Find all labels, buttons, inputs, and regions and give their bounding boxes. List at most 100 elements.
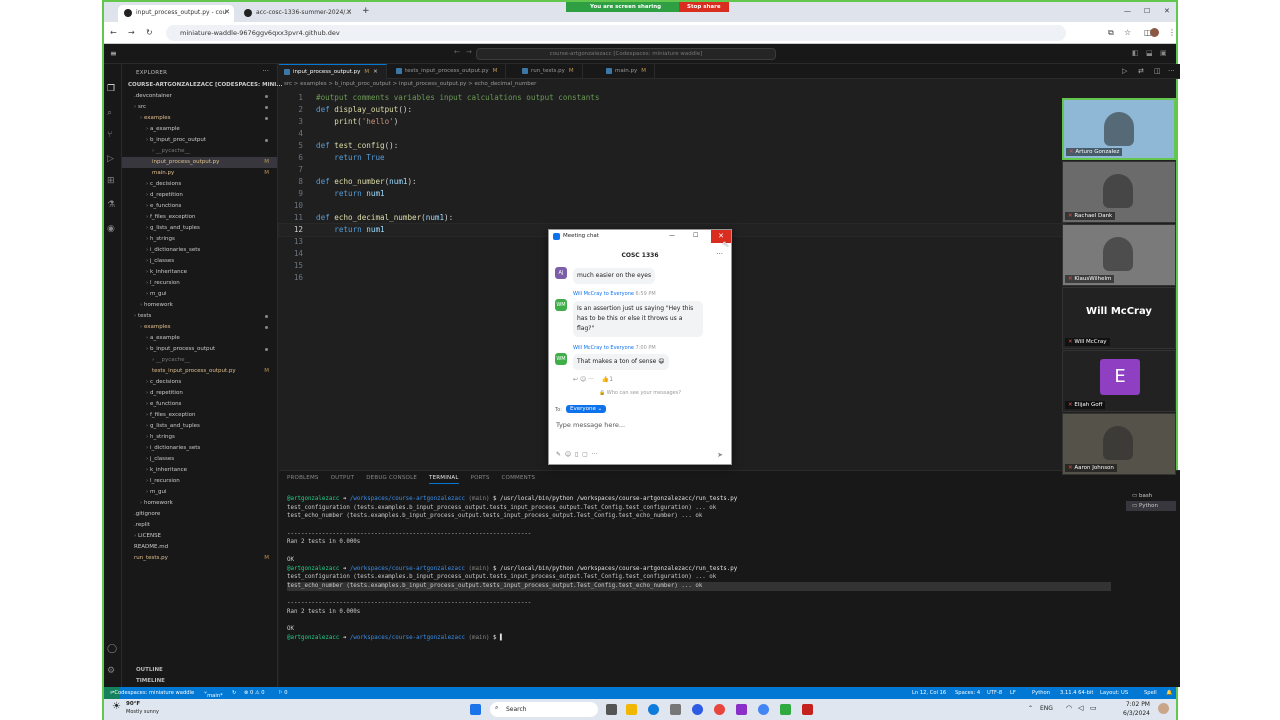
- tree-item[interactable]: › LICENSE: [122, 531, 277, 542]
- tree-item[interactable]: › h_strings: [122, 234, 277, 245]
- open-changes-icon[interactable]: ⇄: [1138, 67, 1144, 75]
- edge-icon[interactable]: [648, 704, 659, 715]
- browser-tab-active[interactable]: input_process_output.py - cou ✕: [118, 5, 234, 22]
- breadcrumb[interactable]: src > examples > b_input_proc_output > i…: [284, 81, 536, 87]
- emoji-icon[interactable]: ☺: [580, 376, 586, 383]
- tree-item[interactable]: › homework: [122, 498, 277, 509]
- tree-item[interactable]: › h_strings: [122, 432, 277, 443]
- taskbar-search[interactable]: ⌕ Search: [490, 702, 598, 717]
- customize-layout-icon[interactable]: ▣: [1160, 49, 1167, 57]
- tree-item[interactable]: input_process_output.py M: [122, 157, 277, 168]
- code-line[interactable]: 5 def test_config():: [279, 140, 1065, 152]
- nav-forward-icon[interactable]: →: [466, 48, 472, 56]
- file-explorer-icon[interactable]: [626, 704, 637, 715]
- tree-item[interactable]: › examples: [122, 322, 277, 333]
- tree-item[interactable]: › j_classes: [122, 454, 277, 465]
- task-view-icon[interactable]: [606, 704, 617, 715]
- tree-item[interactable]: › b_input_process_output: [122, 344, 277, 355]
- visual-studio-icon[interactable]: [736, 704, 747, 715]
- tree-item[interactable]: › c_decisions: [122, 179, 277, 190]
- reload-icon[interactable]: ↻: [146, 28, 153, 37]
- remote-indicator[interactable]: ⇌ Codespaces: miniature waddle: [104, 687, 194, 699]
- account-icon[interactable]: ◯: [107, 644, 117, 654]
- panel-tab-output[interactable]: OUTPUT: [331, 475, 355, 481]
- recipient-dropdown[interactable]: Everyone ⌄: [566, 405, 607, 413]
- tree-item[interactable]: › k_inheritance: [122, 267, 277, 278]
- install-app-icon[interactable]: ⧉: [1108, 28, 1114, 38]
- ports-indicator[interactable]: ⚐ 0: [278, 690, 288, 696]
- spell-check[interactable]: Spell: [1144, 690, 1157, 696]
- chrome-alt-icon[interactable]: [758, 704, 769, 715]
- editor-more-icon[interactable]: ···: [1168, 67, 1175, 75]
- new-tab-icon[interactable]: +: [362, 6, 370, 16]
- more-actions-icon[interactable]: ···: [262, 67, 269, 75]
- panel-tab-terminal[interactable]: TERMINAL: [429, 475, 459, 484]
- battery-icon[interactable]: ▭: [1090, 704, 1097, 712]
- language-mode[interactable]: Python: [1032, 690, 1050, 696]
- settings-gear-icon[interactable]: ⚙: [107, 666, 115, 676]
- tree-item[interactable]: .gitignore: [122, 509, 277, 520]
- tree-item[interactable]: › a_example: [122, 124, 277, 135]
- panel-tab-debug-console[interactable]: DEBUG CONSOLE: [366, 475, 417, 481]
- chrome-icon[interactable]: [714, 704, 725, 715]
- panel-tab-comments[interactable]: COMMENTS: [502, 475, 536, 481]
- bookmark-star-icon[interactable]: ☆: [1124, 28, 1131, 37]
- tree-item[interactable]: › l_recursion: [122, 476, 277, 487]
- tree-item[interactable]: › d_repetition: [122, 388, 277, 399]
- green-app-icon[interactable]: [780, 704, 791, 715]
- minimize-icon[interactable]: —: [1124, 7, 1131, 15]
- editor-tab[interactable]: main.py M: [601, 64, 655, 79]
- nav-back-icon[interactable]: ←: [454, 48, 460, 56]
- tree-item[interactable]: › e_functions: [122, 201, 277, 212]
- terminal-session-bash[interactable]: ▭ bash: [1126, 491, 1176, 501]
- python-interpreter[interactable]: 3.11.4 64-bit: [1060, 690, 1093, 696]
- terminal-output[interactable]: @artgonzalezacc ➜ /workspaces/course-art…: [287, 495, 1117, 643]
- tree-item[interactable]: .devcontainer: [122, 91, 277, 102]
- chat-more-icon[interactable]: ···: [716, 250, 723, 258]
- split-editor-icon[interactable]: ◫: [1154, 67, 1161, 75]
- tree-item[interactable]: main.py M: [122, 168, 277, 179]
- menu-icon[interactable]: ⋮: [1168, 28, 1176, 37]
- tree-item[interactable]: › l_recursion: [122, 278, 277, 289]
- tree-item[interactable]: › tests: [122, 311, 277, 322]
- tree-item[interactable]: › m_gui: [122, 487, 277, 498]
- code-line[interactable]: 11 def echo_decimal_number(num1):: [279, 212, 1065, 224]
- extensions-icon[interactable]: ⊞: [107, 176, 115, 186]
- tree-item[interactable]: › a_example: [122, 333, 277, 344]
- stop-share-button[interactable]: Stop share: [679, 2, 729, 12]
- tree-item[interactable]: › f_files_exception: [122, 212, 277, 223]
- search-icon[interactable]: ⌕: [107, 108, 112, 118]
- terminal-session-python[interactable]: ▭ Python: [1126, 501, 1176, 511]
- code-line[interactable]: 4: [279, 128, 1065, 140]
- maximize-icon[interactable]: ☐: [693, 232, 698, 239]
- send-icon[interactable]: ➤: [717, 451, 723, 459]
- participant-tile[interactable]: ✕ Rachael Dank: [1062, 161, 1176, 223]
- tree-item[interactable]: README.md: [122, 542, 277, 553]
- tree-item[interactable]: run_tests.py M: [122, 553, 277, 564]
- tree-item[interactable]: › b_input_proc_output: [122, 135, 277, 146]
- input-language[interactable]: ENG: [1040, 705, 1053, 712]
- thumbs-up-reaction[interactable]: 👍1: [602, 376, 613, 383]
- reply-icon[interactable]: ↩: [573, 376, 578, 383]
- timeline-section[interactable]: TIMELINE: [136, 678, 165, 684]
- tree-item[interactable]: › i_dictionaries_sets: [122, 443, 277, 454]
- participant-tile[interactable]: E ✕ Elijah Goff: [1062, 350, 1176, 412]
- minimize-icon[interactable]: —: [669, 232, 675, 239]
- tree-item[interactable]: .replit: [122, 520, 277, 531]
- explorer-icon[interactable]: ❐: [107, 84, 115, 94]
- code-line[interactable]: 7: [279, 164, 1065, 176]
- toggle-panel-icon[interactable]: ⬓: [1146, 49, 1153, 57]
- hamburger-menu-icon[interactable]: ≡: [110, 49, 117, 58]
- run-python-file-icon[interactable]: ▷: [1122, 67, 1127, 75]
- cursor-position[interactable]: Ln 12, Col 16: [912, 690, 946, 696]
- tree-item[interactable]: › __pycache__: [122, 146, 277, 157]
- code-line[interactable]: 9 return num1: [279, 188, 1065, 200]
- zoom-icon[interactable]: [692, 704, 703, 715]
- editor-tab[interactable]: tests_input_process_output.py M: [391, 64, 507, 79]
- clock-time[interactable]: 7:02 PM: [1114, 701, 1150, 708]
- encoding[interactable]: UTF-8: [987, 690, 1002, 696]
- notifications-bell-icon[interactable]: 🔔: [1166, 690, 1172, 696]
- sync-icon[interactable]: ↻: [232, 690, 236, 696]
- tray-chevron-icon[interactable]: ⌃: [1028, 705, 1033, 712]
- red-app-icon[interactable]: [802, 704, 813, 715]
